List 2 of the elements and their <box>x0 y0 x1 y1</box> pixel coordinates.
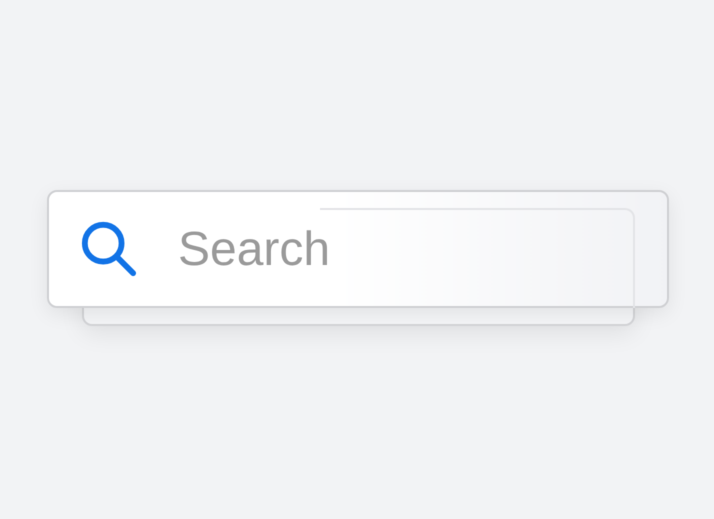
search-field[interactable]: Search <box>47 190 669 308</box>
search-icon <box>80 220 138 278</box>
